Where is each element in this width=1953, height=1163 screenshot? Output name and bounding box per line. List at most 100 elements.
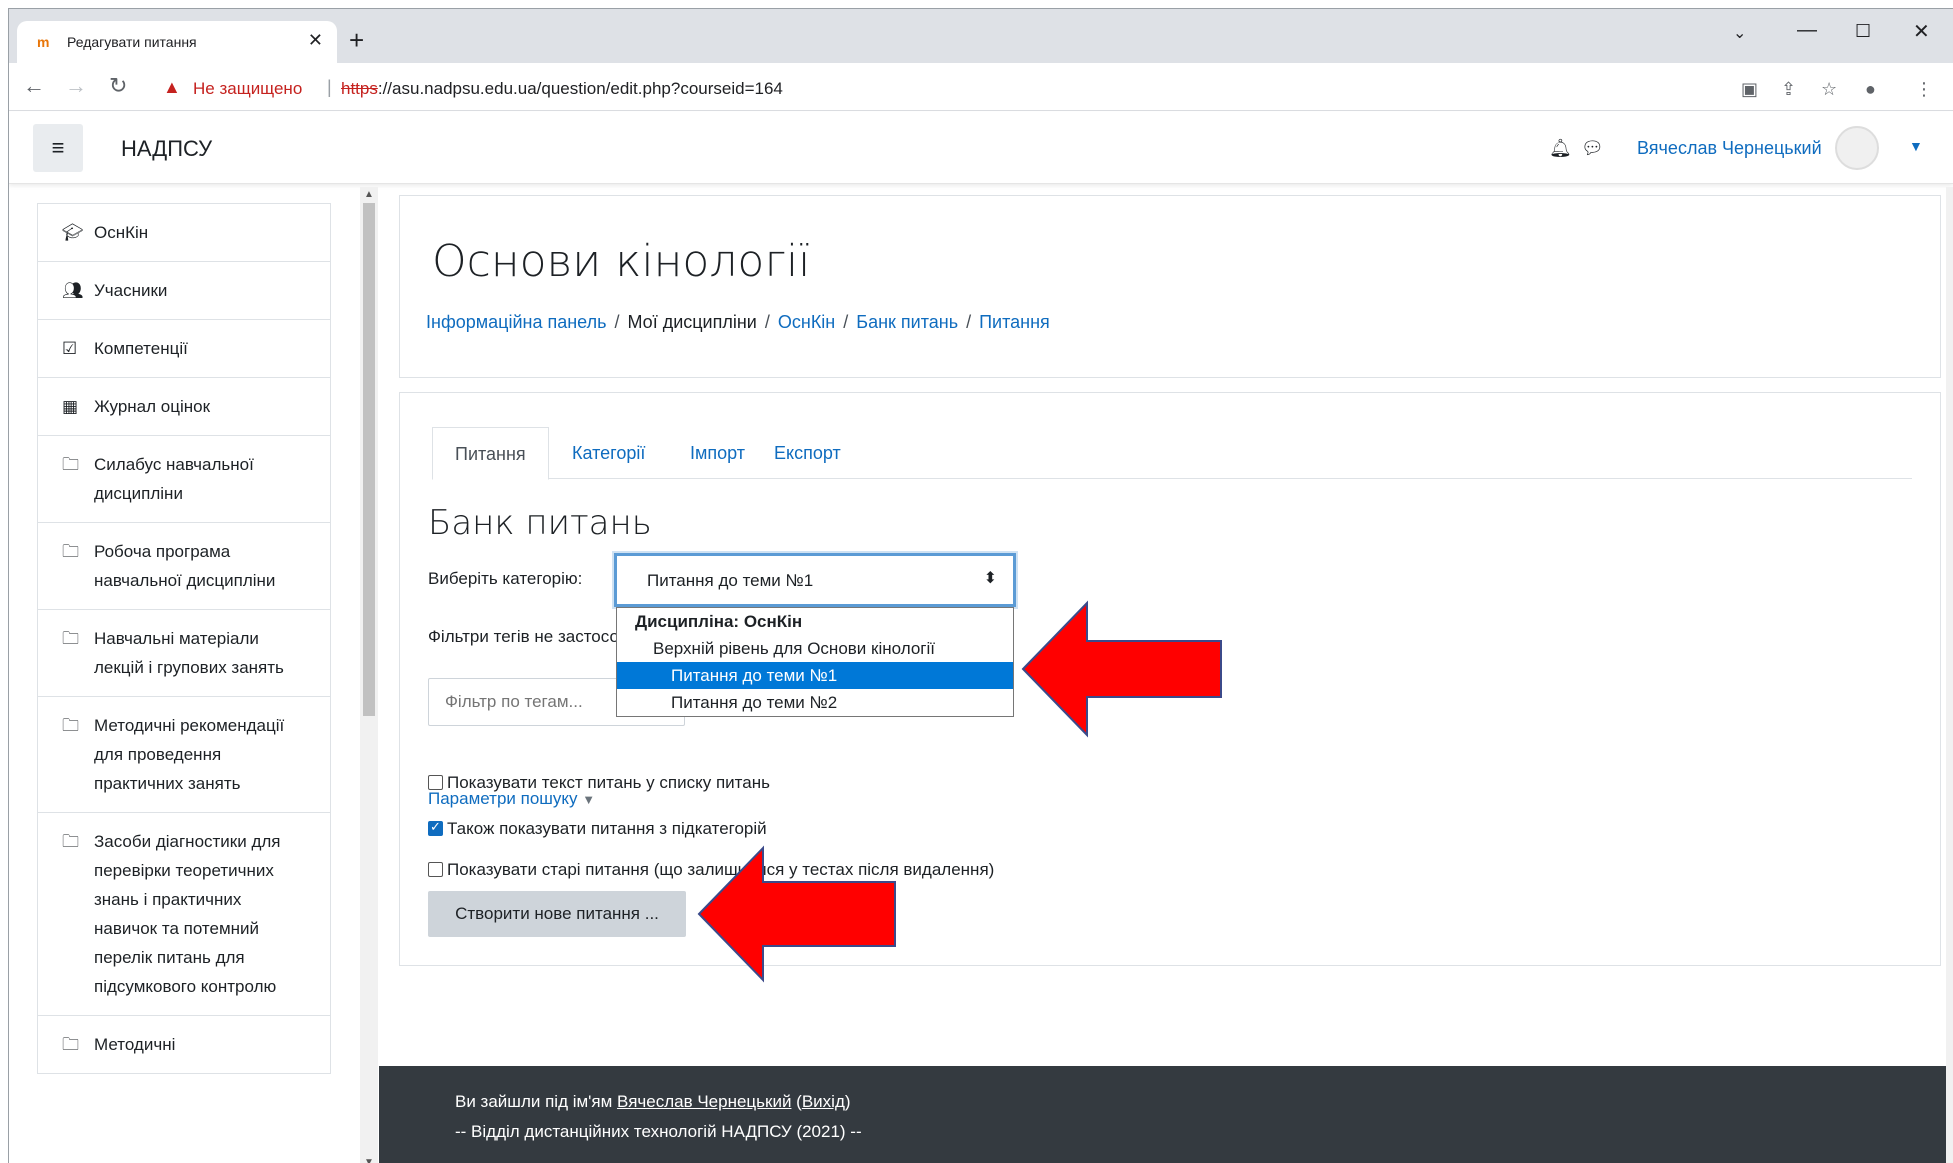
category-dropdown-list[interactable]: Дисципліна: ОснКін Верхній рівень для Ос… <box>616 607 1014 717</box>
site-brand[interactable]: НАДПСУ <box>121 136 212 162</box>
folder-icon: 🗀 <box>62 832 79 851</box>
sidebar-item-lecture-materials[interactable]: 🗀 Навчальні матеріали лекцій і групових з… <box>37 610 331 697</box>
search-params-label: Параметри пошуку <box>428 789 578 808</box>
breadcrumb-question-bank[interactable]: Банк питань <box>856 312 958 332</box>
translate-icon[interactable]: ▣ <box>1741 79 1758 100</box>
folder-icon: 🗀 <box>62 629 79 648</box>
menu-dots-icon[interactable]: ⋮ <box>1915 79 1933 100</box>
sidebar-item-label: Учасники <box>94 281 168 300</box>
sidebar-item-syllabus[interactable]: 🗀 Силабус навчальної дисципліни <box>37 436 331 523</box>
table-icon: ▦ <box>62 397 79 416</box>
footer-user-link[interactable]: Вячеслав Чернецький <box>617 1092 791 1111</box>
question-bank-heading: Банк питань <box>428 503 652 543</box>
page-footer: Ви зайшли під ім'ям Вячеслав Чернецький … <box>379 1066 1953 1163</box>
page-scrollbar[interactable] <box>1946 187 1953 1163</box>
tab-export[interactable]: Експорт <box>752 427 863 480</box>
breadcrumb: Інформаційна панель / Мої дисципліни / ОснКі… <box>426 312 1050 333</box>
sidebar-item-label: Силабус навчальної дисципліни <box>94 455 254 503</box>
sidebar-item-course[interactable]: 🎓︎ ОснКін <box>37 203 331 262</box>
sidebar-item-label: Засоби діагностики для перевірки теорети… <box>94 832 281 996</box>
browser-window: m Редагувати питання ✕ + ⌄ — ☐ ✕ ← → ↻ ▲… <box>8 8 1953 1163</box>
breadcrumb-course[interactable]: ОснКін <box>778 312 835 332</box>
not-secure-label[interactable]: Не защищено <box>193 79 302 99</box>
subcategories-label: Також показувати питання з підкатегорій <box>447 819 767 838</box>
hamburger-menu-icon[interactable]: ≡ <box>33 124 83 172</box>
breadcrumb-divider: / <box>843 312 849 332</box>
annotation-arrow-create-button <box>697 845 896 983</box>
forward-icon[interactable]: → <box>65 73 87 99</box>
address-bar[interactable]: ▲ Не защищено | https://asu.nadpsu.edu.u… <box>149 71 1709 105</box>
tab-categories[interactable]: Категорії <box>550 427 667 480</box>
notifications-bell-icon[interactable]: 🔔︎ <box>1549 138 1572 159</box>
user-menu-name[interactable]: Вячеслав Чернецький <box>1637 138 1822 159</box>
breadcrumb-divider: / <box>614 312 620 332</box>
sidebar-item-method-recommendations[interactable]: 🗀 Методичні рекомендації для проведення п… <box>37 697 331 813</box>
chevron-down-icon[interactable]: ▼ <box>1909 138 1923 154</box>
show-text-checkbox[interactable] <box>428 775 443 790</box>
dropdown-option[interactable]: Верхній рівень для Основи кінології <box>617 635 1013 662</box>
breadcrumb-divider: / <box>966 312 972 332</box>
sidebar-item-competencies[interactable]: ☑ Компетенції <box>37 320 331 378</box>
annotation-arrow-dropdown <box>1021 600 1222 738</box>
sidebar-item-participants[interactable]: 👥︎ Учасники <box>37 262 331 320</box>
dropdown-option[interactable]: Питання до теми №2 <box>617 689 1013 716</box>
minimize-icon[interactable]: — <box>1797 19 1817 42</box>
tab-strip: m Редагувати питання ✕ + ⌄ — ☐ ✕ <box>9 9 1953 63</box>
select-arrows-icon: ⬍ <box>983 570 997 587</box>
profile-icon[interactable]: ● <box>1865 79 1876 100</box>
category-select[interactable]: Питання до теми №1 ⬍ <box>614 553 1016 607</box>
caret-down-icon: ▼ <box>582 792 596 807</box>
sidebar-item-label: Методичні рекомендації для проведення пр… <box>94 716 285 793</box>
new-tab-icon[interactable]: + <box>349 27 364 53</box>
breadcrumb-questions[interactable]: Питання <box>979 312 1050 332</box>
checkbox-icon: ☑ <box>62 339 78 358</box>
graduation-cap-icon: 🎓︎ <box>62 223 84 242</box>
url-text[interactable]: https://asu.nadpsu.edu.ua/question/edit.… <box>341 79 783 99</box>
sidebar-item-label: ОснКін <box>94 223 149 242</box>
close-tab-icon[interactable]: ✕ <box>308 30 323 51</box>
create-question-button[interactable]: Створити нове питання ... <box>428 891 686 937</box>
maximize-icon[interactable]: ☐ <box>1855 21 1871 42</box>
scrollbar-thumb[interactable] <box>363 203 375 716</box>
question-bank-tabs: Питання Категорії Імпорт Експорт <box>432 427 1912 480</box>
scroll-up-icon[interactable]: ▲ <box>364 189 374 200</box>
sidebar-item-diagnostics[interactable]: 🗀 Засоби діагностики для перевірки теорет… <box>37 813 331 1016</box>
reload-icon[interactable]: ↻ <box>109 73 127 99</box>
bookmark-star-icon[interactable]: ☆ <box>1821 79 1837 100</box>
sidebar-item-work-program[interactable]: 🗀 Робоча програма навчальної дисципліни <box>37 523 331 610</box>
tab-search-icon[interactable]: ⌄ <box>1733 23 1746 43</box>
browser-tab[interactable]: m Редагувати питання ✕ <box>17 21 337 63</box>
site-navbar: ≡ НАДПСУ 🔔︎ 💬︎ Вячеслав Чернецький ▼ <box>9 112 1953 184</box>
address-separator: | <box>327 77 332 97</box>
search-params-toggle[interactable]: Параметри пошуку ▼ <box>428 789 595 809</box>
sidebar-item-methodical[interactable]: 🗀 Методичні <box>37 1016 331 1074</box>
subcategories-checkbox[interactable] <box>428 819 443 836</box>
page-header: Основи кінології Інформаційна панель / Мої… <box>399 195 1941 378</box>
back-icon[interactable]: ← <box>23 73 45 99</box>
breadcrumb-dashboard[interactable]: Інформаційна панель <box>426 312 606 332</box>
share-icon[interactable]: ⇪ <box>1781 79 1796 100</box>
folder-icon: 🗀 <box>62 1035 79 1054</box>
dropdown-option-selected[interactable]: Питання до теми №1 <box>617 662 1013 689</box>
window-close-icon[interactable]: ✕ <box>1913 19 1930 44</box>
course-sidebar: 🎓︎ ОснКін 👥︎ Учасники ☑ Компетенції ▦ Журнал… <box>37 203 331 1163</box>
login-prefix: Ви зайшли під ім'ям <box>455 1092 613 1111</box>
sidebar-item-label: Компетенції <box>94 339 188 358</box>
tab-title: Редагувати питання <box>67 34 197 50</box>
logout-link[interactable]: Вихід <box>802 1092 845 1111</box>
sidebar-item-label: Журнал оцінок <box>94 397 211 416</box>
subcategories-option[interactable]: Також показувати питання з підкатегорій <box>428 819 767 839</box>
scroll-down-icon[interactable]: ▼ <box>364 1157 374 1163</box>
sidebar-item-grades[interactable]: ▦ Журнал оцінок <box>37 378 331 436</box>
page-title: Основи кінології <box>432 236 811 287</box>
url-scheme: https <box>341 79 378 98</box>
moodle-favicon-icon: m <box>37 34 50 50</box>
avatar[interactable] <box>1835 126 1879 170</box>
tab-questions[interactable]: Питання <box>432 427 549 480</box>
sidebar-scrollbar[interactable]: ▲ ▼ <box>360 187 378 1163</box>
messages-chat-icon[interactable]: 💬︎ <box>1581 138 1604 159</box>
category-label: Виберіть категорію: <box>428 569 583 588</box>
old-questions-checkbox[interactable] <box>428 862 443 877</box>
folder-icon: 🗀 <box>62 542 79 561</box>
sidebar-item-label: Навчальні матеріали лекцій і групових за… <box>94 629 284 677</box>
